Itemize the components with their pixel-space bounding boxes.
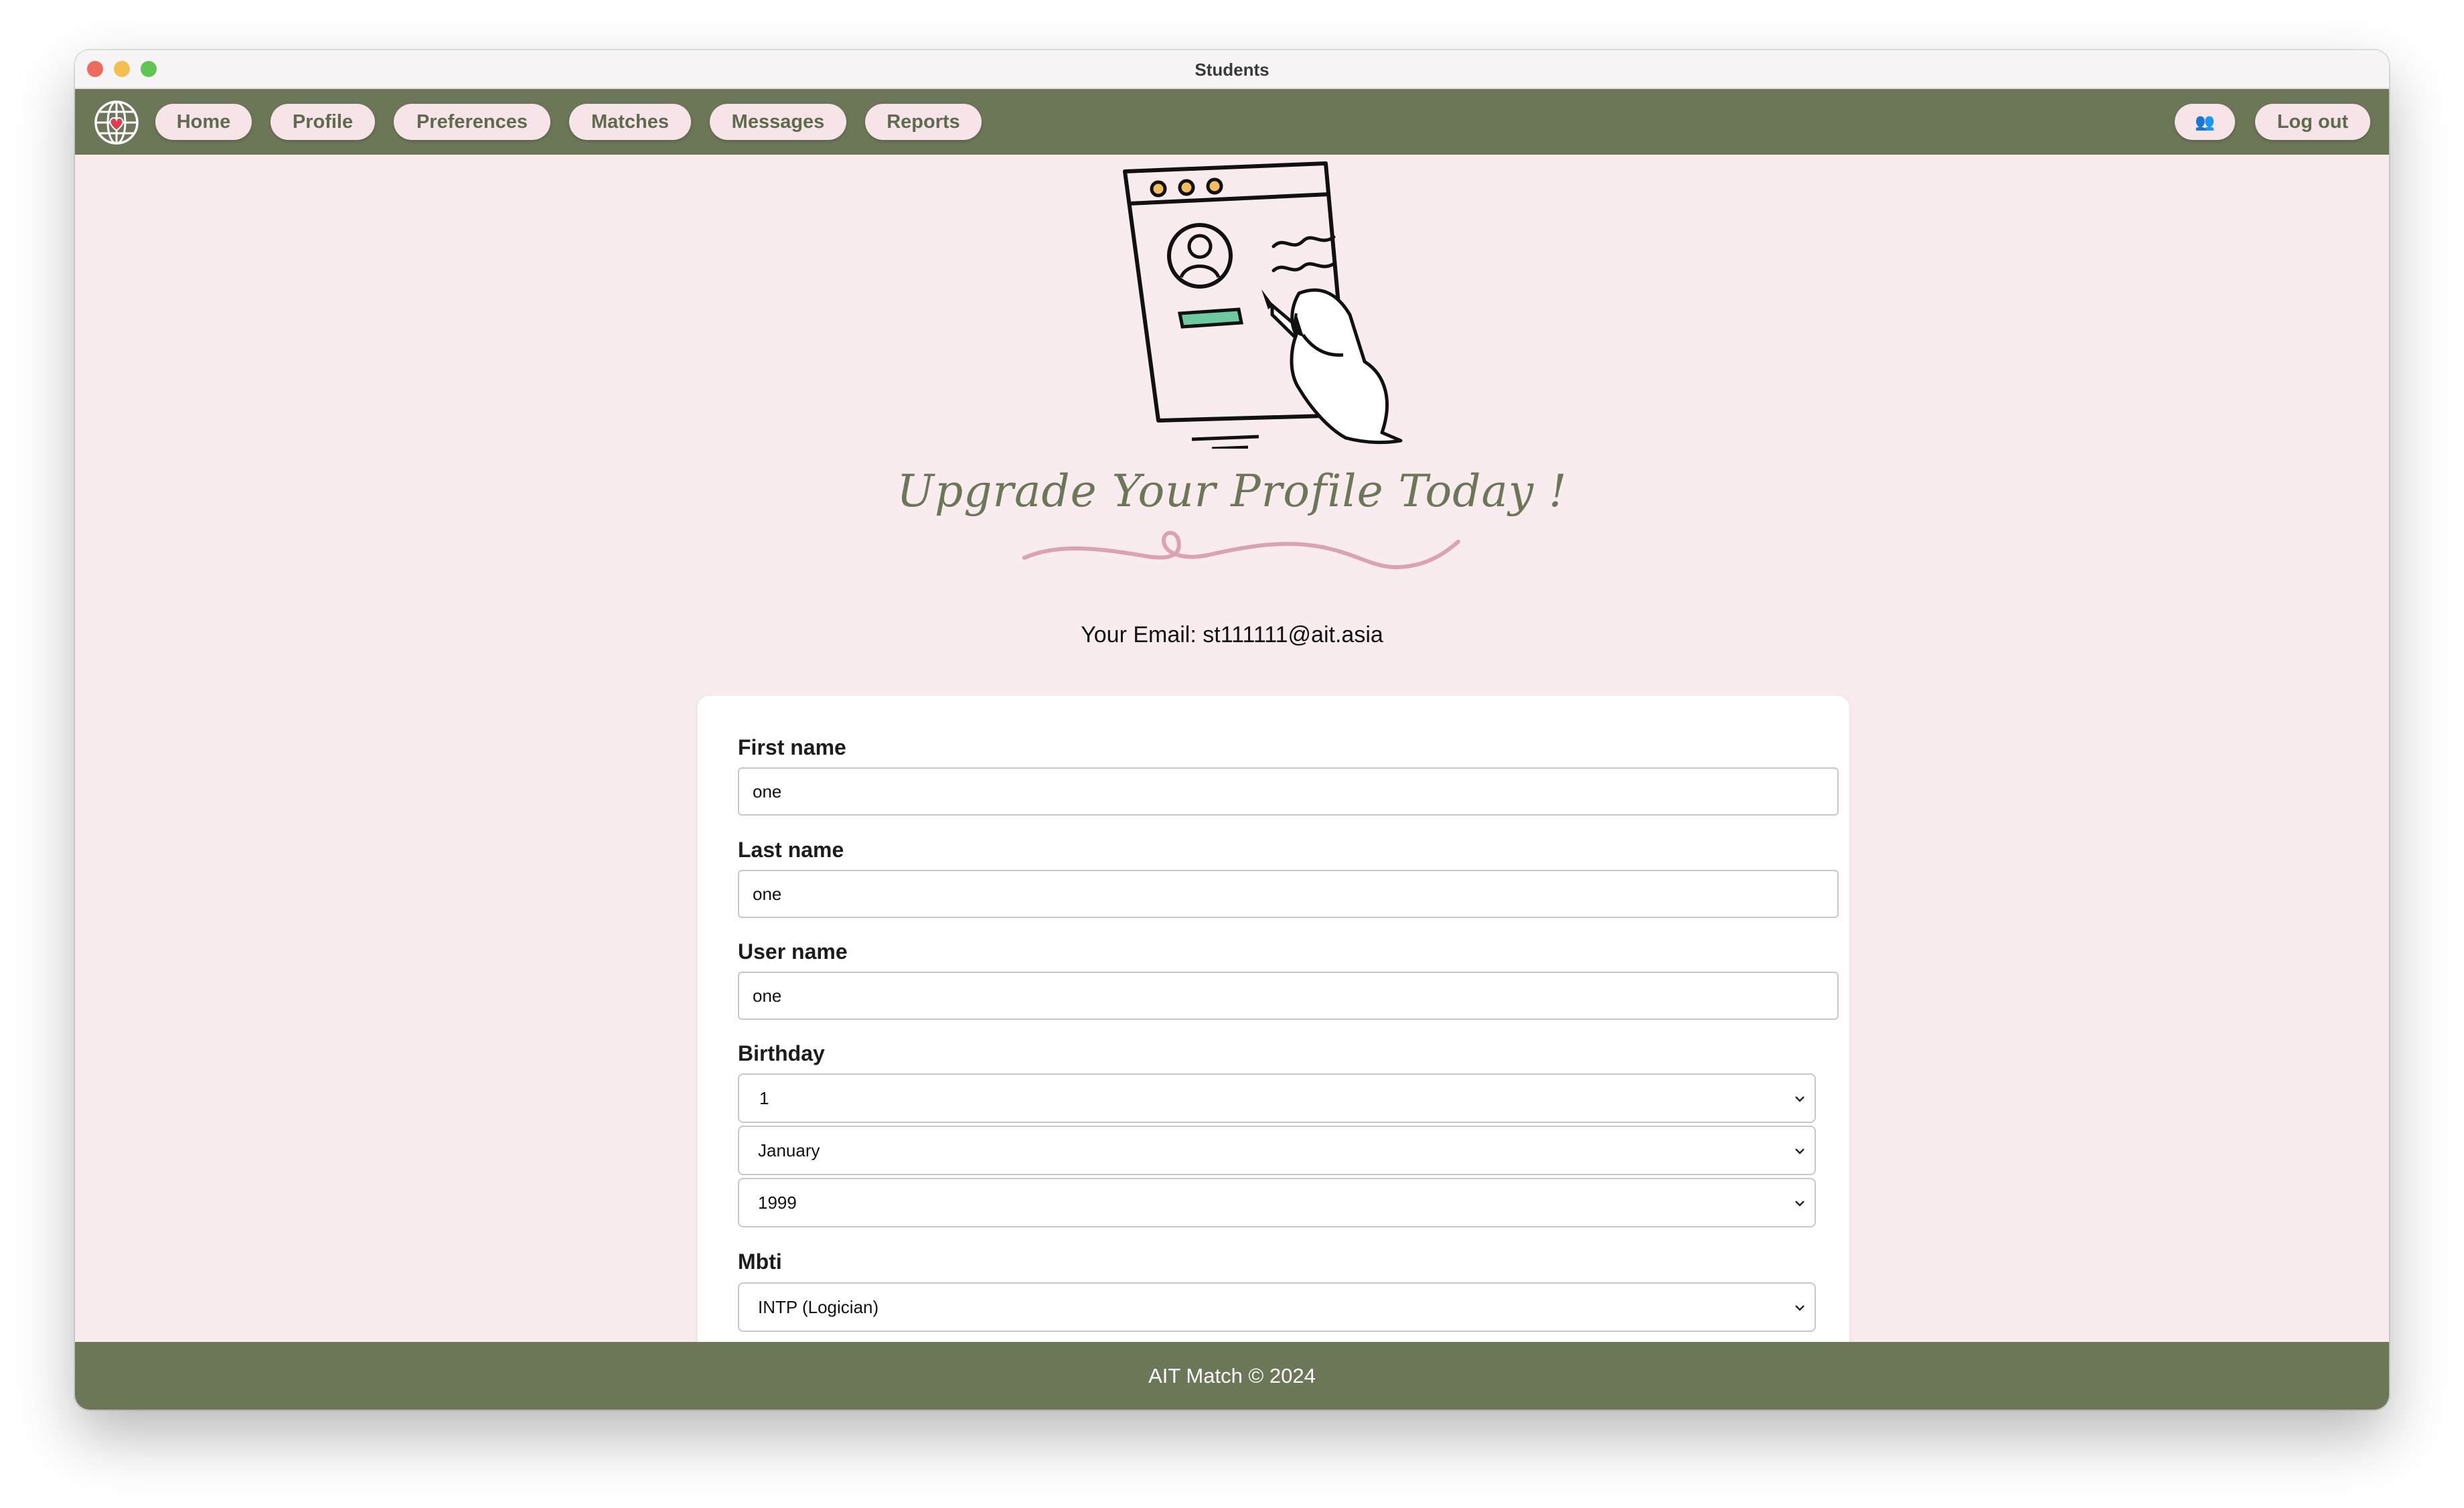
- account-email: Your Email: st111111@ait.asia: [1081, 622, 1383, 648]
- chevron-down-icon: [1795, 1096, 1804, 1102]
- mbti-select[interactable]: INTP (Logician): [738, 1282, 1816, 1332]
- birthday-day-select[interactable]: 1: [738, 1073, 1816, 1123]
- chevron-down-icon: [1795, 1201, 1804, 1207]
- birthday-label: Birthday: [738, 1041, 825, 1065]
- first-name-input[interactable]: [738, 767, 1839, 816]
- browser-window: Students Home Profile Preferences Matche…: [75, 50, 2389, 1410]
- window-titlebar: Students: [75, 50, 2389, 89]
- profile-edit-illustration: [1123, 161, 1403, 449]
- chevron-down-icon: [1795, 1148, 1804, 1154]
- mbti-value: INTP (Logician): [758, 1296, 879, 1317]
- nav-home-button[interactable]: Home: [155, 104, 252, 140]
- nav-messages-button[interactable]: Messages: [710, 104, 846, 140]
- decorative-swirl-divider: [1022, 530, 1460, 570]
- page-footer: AIT Match © 2024: [75, 1342, 2389, 1410]
- first-name-label: First name: [738, 735, 846, 759]
- user-name-label: User name: [738, 939, 848, 964]
- user-name-input[interactable]: [738, 972, 1839, 1020]
- mbti-label: Mbti: [738, 1250, 782, 1274]
- users-icon[interactable]: 👥: [2175, 104, 2235, 140]
- last-name-input[interactable]: [738, 870, 1839, 918]
- nav-preferences-button[interactable]: Preferences: [394, 104, 550, 140]
- footer-copyright: AIT Match © 2024: [1148, 1363, 1316, 1387]
- nav-matches-button[interactable]: Matches: [569, 104, 691, 140]
- birthday-month-select[interactable]: January: [738, 1126, 1816, 1175]
- birthday-day-value: 1: [759, 1087, 769, 1108]
- last-name-label: Last name: [738, 838, 844, 862]
- birthday-year-value: 1999: [758, 1192, 797, 1213]
- chevron-down-icon: [1795, 1305, 1804, 1311]
- hero-tagline: Upgrade Your Profile Today !: [897, 465, 1567, 517]
- birthday-month-value: January: [758, 1140, 820, 1160]
- globe-heart-icon[interactable]: [92, 98, 141, 147]
- logout-button[interactable]: Log out: [2255, 104, 2370, 140]
- window-title: Students: [1195, 60, 1269, 80]
- birthday-year-select[interactable]: 1999: [738, 1178, 1816, 1227]
- nav-profile-button[interactable]: Profile: [271, 104, 375, 140]
